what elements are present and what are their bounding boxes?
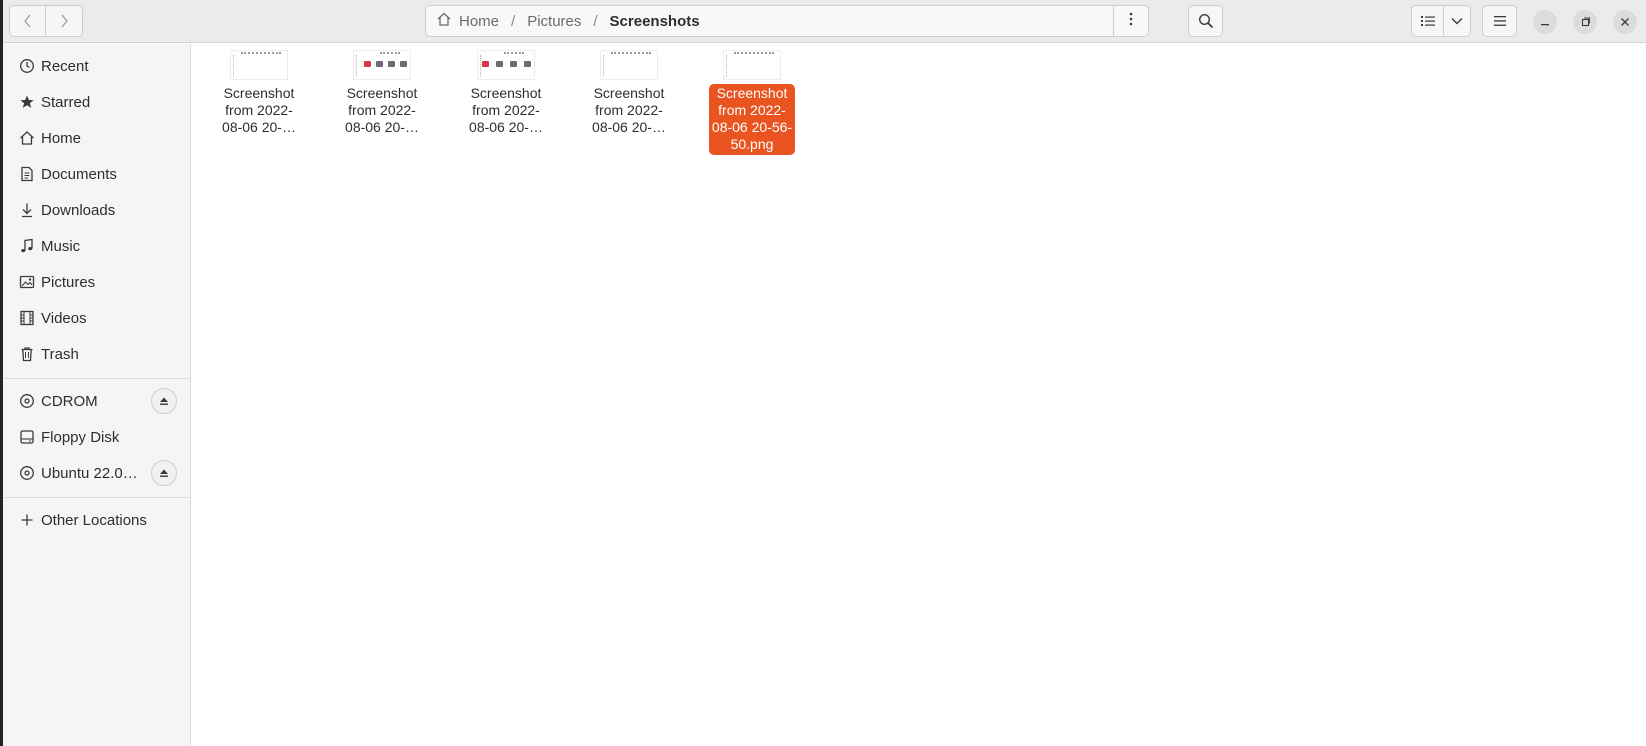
sidebar-item-label: Trash <box>41 345 79 363</box>
thumbnail-image <box>723 50 781 80</box>
home-icon <box>436 11 452 31</box>
chevron-right-icon <box>59 14 69 28</box>
picture-icon <box>18 273 36 291</box>
sidebar-item-label: Ubuntu 22.0… <box>41 464 138 482</box>
sidebar-item-music[interactable]: Music <box>3 228 191 264</box>
minimize-button[interactable] <box>1533 10 1557 34</box>
hamburger-menu-icon <box>1493 15 1507 27</box>
kebab-menu-icon <box>1129 12 1133 30</box>
crumb-label: Pictures <box>527 12 582 30</box>
eject-icon <box>159 393 169 410</box>
eject-icon <box>159 465 169 482</box>
sidebar-item-other-locations[interactable]: Other Locations <box>3 502 191 538</box>
disc-icon <box>18 464 36 482</box>
file-name: Screenshot from 2022- 08-06 20-… <box>592 85 666 135</box>
trash-icon <box>18 345 36 363</box>
sidebar-item-trash[interactable]: Trash <box>3 336 191 372</box>
home-icon <box>18 129 36 147</box>
crumb-separator: / <box>511 12 516 30</box>
search-icon <box>1198 13 1214 29</box>
sidebar-item-label: Documents <box>41 165 117 183</box>
sidebar-item-label: Floppy Disk <box>41 428 120 446</box>
sidebar-item-recent[interactable]: Recent <box>3 48 191 84</box>
path-bar: Home / Pictures / Screenshots <box>425 5 1149 37</box>
sidebar-divider <box>3 378 191 379</box>
sidebar-item-label: Home <box>41 129 82 147</box>
sidebar-item-downloads[interactable]: Downloads <box>3 192 191 228</box>
sidebar-item-label: CDROM <box>41 392 98 410</box>
disc-icon <box>18 392 36 410</box>
music-icon <box>18 237 36 255</box>
close-icon <box>1620 14 1630 31</box>
chevron-down-icon <box>1451 17 1463 25</box>
sidebar-item-label: Downloads <box>41 201 116 219</box>
document-icon <box>18 165 36 183</box>
sidebar-item-ubuntu-disc[interactable]: Ubuntu 22.0… <box>3 455 191 491</box>
sidebar-item-label: Starred <box>41 93 91 111</box>
eject-button[interactable] <box>151 388 177 414</box>
star-icon <box>18 93 36 111</box>
chevron-left-icon <box>23 14 33 28</box>
film-icon <box>18 309 36 327</box>
download-icon <box>18 201 36 219</box>
sidebar-item-pictures[interactable]: Pictures <box>3 264 191 300</box>
file-name: Screenshot from 2022- 08-06 20-56- 50.png <box>709 84 795 155</box>
sidebar-divider <box>3 497 191 498</box>
sidebar: Recent Starred Home Documents Downloads … <box>3 44 191 746</box>
crumb-separator: / <box>593 12 598 30</box>
minimize-icon <box>1540 14 1550 31</box>
search-button[interactable] <box>1188 5 1223 37</box>
sidebar-item-label: Videos <box>41 309 87 327</box>
view-list-button[interactable] <box>1411 5 1444 37</box>
list-view-icon <box>1420 15 1435 27</box>
file-name: Screenshot from 2022- 08-06 20-… <box>469 85 543 135</box>
sidebar-item-label: Other Locations <box>41 511 147 529</box>
thumbnail-image <box>477 50 535 80</box>
crumb-pictures[interactable]: Pictures <box>519 6 589 36</box>
file-view: Screenshot from 2022- 08-06 20-… Screensho… <box>192 44 1646 746</box>
restore-icon <box>1580 14 1590 31</box>
path-menu-button[interactable] <box>1113 5 1148 37</box>
sidebar-item-label: Pictures <box>41 273 96 291</box>
sidebar-item-floppy-disk[interactable]: Floppy Disk <box>3 419 191 455</box>
maximize-button[interactable] <box>1573 10 1597 34</box>
clock-icon <box>18 57 36 75</box>
sidebar-item-documents[interactable]: Documents <box>3 156 191 192</box>
forward-button[interactable] <box>45 5 83 37</box>
eject-button[interactable] <box>151 460 177 486</box>
plus-icon <box>18 511 36 529</box>
crumb-home[interactable]: Home <box>426 6 507 36</box>
sidebar-item-label: Recent <box>41 57 89 75</box>
file-name: Screenshot from 2022- 08-06 20-… <box>345 85 419 135</box>
drive-icon <box>18 428 36 446</box>
view-options-dropdown[interactable] <box>1443 5 1471 37</box>
sidebar-item-cdrom[interactable]: CDROM <box>3 383 191 419</box>
sidebar-item-videos[interactable]: Videos <box>3 300 191 336</box>
sidebar-item-home[interactable]: Home <box>3 120 191 156</box>
thumbnail-image <box>230 50 288 80</box>
navigation-buttons <box>9 5 83 37</box>
thumbnail-image <box>600 50 658 80</box>
main-menu-button[interactable] <box>1482 5 1517 37</box>
header-bar: Home / Pictures / Screenshots <box>3 0 1646 43</box>
close-button[interactable] <box>1613 10 1637 34</box>
sidebar-item-label: Music <box>41 237 81 255</box>
crumb-label: Home <box>459 12 500 30</box>
thumbnail-image <box>353 50 411 80</box>
crumb-screenshots[interactable]: Screenshots <box>602 6 708 36</box>
file-name: Screenshot from 2022- 08-06 20-… <box>222 85 296 135</box>
sidebar-item-starred[interactable]: Starred <box>3 84 191 120</box>
back-button[interactable] <box>9 5 46 37</box>
crumb-label: Screenshots <box>609 12 700 30</box>
